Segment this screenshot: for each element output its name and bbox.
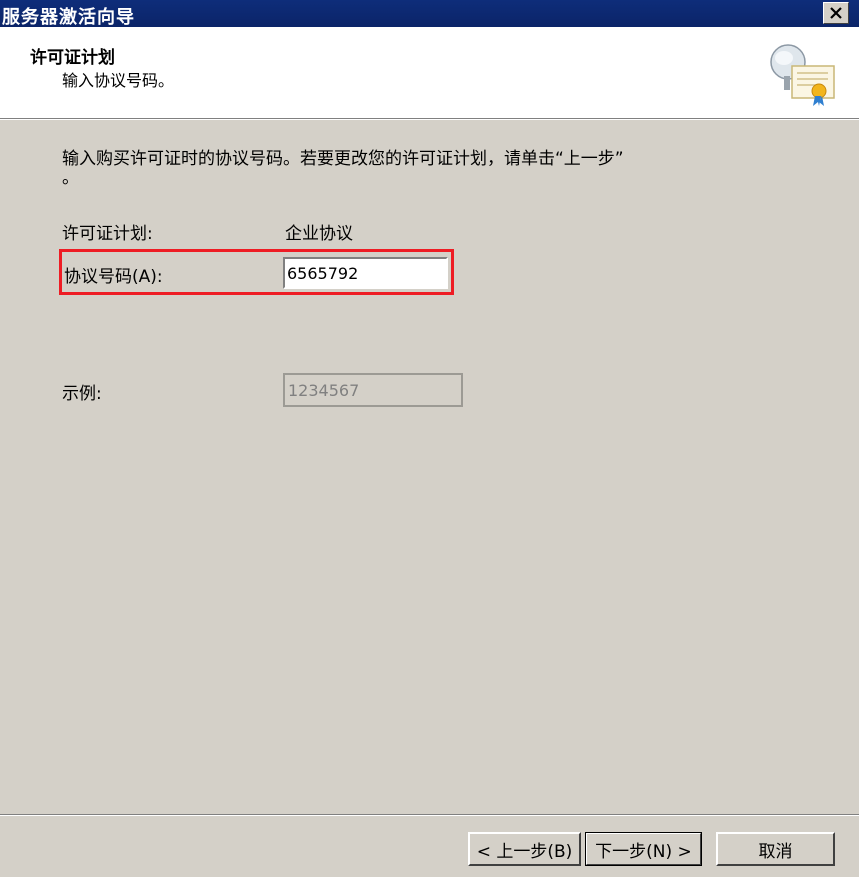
agreement-number-label: 协议号码(A): [64,267,163,287]
cancel-button[interactable]: 取消 [716,832,835,866]
next-button[interactable]: 下一步(N) > [585,832,702,866]
license-plan-label: 许可证计划: [62,224,153,244]
window-title: 服务器激活向导 [2,7,135,28]
example-label: 示例: [62,384,102,404]
server-certificate-icon [770,44,835,106]
back-button[interactable]: < 上一步(B) [468,832,581,866]
agreement-number-input[interactable] [283,257,448,289]
intro-text-line1: 输入购买许可证时的协议号码。若要更改您的许可证计划，请单击“上一步” [62,149,624,169]
close-button[interactable] [823,2,849,24]
page-title: 许可证计划 [30,48,115,68]
page-subtitle: 输入协议号码。 [62,71,175,90]
intro-text-line2: 。 [62,168,79,188]
wizard-header: 许可证计划 输入协议号码。 [0,27,859,119]
close-icon [830,7,842,19]
example-input [283,373,463,407]
license-plan-value: 企业协议 [285,224,353,244]
wizard-content: 输入购买许可证时的协议号码。若要更改您的许可证计划，请单击“上一步” 。 许可证… [0,120,859,810]
title-bar: 服务器激活向导 [0,0,859,28]
activation-wizard-window: 服务器激活向导 许可证计划 输入协议号码。 输入购买许可证时的协议号码。若要更改… [0,0,859,877]
footer-divider [0,814,859,816]
